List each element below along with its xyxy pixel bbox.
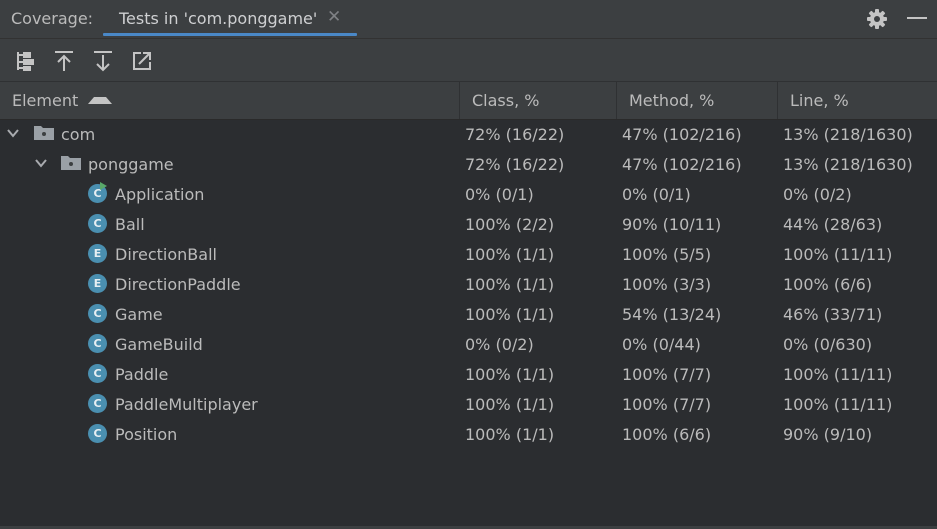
enum-icon: E <box>88 274 107 293</box>
class-coverage: 100% (1/1) <box>465 425 555 444</box>
class-coverage: 0% (0/2) <box>465 335 534 354</box>
sort-ascending-icon <box>88 97 113 104</box>
table-row[interactable]: C Application 0% (0/1) 0% (0/1) 0% (0/2) <box>0 179 937 209</box>
element-name: DirectionPaddle <box>115 275 241 294</box>
tool-window-title: Coverage: <box>11 9 94 28</box>
column-header-element[interactable]: Element <box>0 82 460 119</box>
table-row[interactable]: ponggame 72% (16/22) 47% (102/216) 13% (… <box>0 149 937 179</box>
column-header-label: Method, % <box>629 91 715 110</box>
class-coverage: 100% (1/1) <box>465 395 555 414</box>
method-coverage: 0% (0/44) <box>622 335 701 354</box>
method-coverage: 90% (10/11) <box>622 215 722 234</box>
enum-icon: E <box>88 244 107 263</box>
line-coverage: 0% (0/2) <box>783 185 852 204</box>
element-name: GameBuild <box>115 335 203 354</box>
line-coverage: 0% (0/630) <box>783 335 873 354</box>
line-coverage: 100% (11/11) <box>783 365 893 384</box>
navigate-up-icon[interactable] <box>52 49 76 73</box>
class-icon: C <box>88 304 107 323</box>
method-coverage: 47% (102/216) <box>622 155 742 174</box>
class-coverage: 0% (0/1) <box>465 185 534 204</box>
element-name: PaddleMultiplayer <box>115 395 258 414</box>
chevron-down-icon[interactable] <box>34 156 48 170</box>
class-coverage: 72% (16/22) <box>465 155 565 174</box>
close-tab-icon[interactable]: ✕ <box>327 7 341 27</box>
class-coverage: 100% (2/2) <box>465 215 555 234</box>
table-row[interactable]: C Position 100% (1/1) 100% (6/6) 90% (9/… <box>0 419 937 449</box>
method-coverage: 100% (6/6) <box>622 425 712 444</box>
chevron-down-icon[interactable] <box>6 126 20 140</box>
gear-icon[interactable] <box>865 7 889 31</box>
element-name: Paddle <box>115 365 169 384</box>
column-header-line[interactable]: Line, % <box>778 82 937 119</box>
element-name: ponggame <box>88 155 174 174</box>
table-row[interactable]: C Paddle 100% (1/1) 100% (7/7) 100% (11/… <box>0 359 937 389</box>
method-coverage: 0% (0/1) <box>622 185 691 204</box>
line-coverage: 100% (11/11) <box>783 245 893 264</box>
package-folder-icon <box>61 156 81 170</box>
element-name: Position <box>115 425 178 444</box>
table-row[interactable]: E DirectionPaddle 100% (1/1) 100% (3/3) … <box>0 269 937 299</box>
method-coverage: 54% (13/24) <box>622 305 722 324</box>
element-name: Game <box>115 305 163 324</box>
class-coverage: 100% (1/1) <box>465 245 555 264</box>
column-header-label: Class, % <box>472 91 540 110</box>
column-header-method[interactable]: Method, % <box>617 82 778 119</box>
class-icon: C <box>88 364 107 383</box>
table-row[interactable]: C Game 100% (1/1) 54% (13/24) 46% (33/71… <box>0 299 937 329</box>
class-coverage: 100% (1/1) <box>465 305 555 324</box>
table-row[interactable]: C GameBuild 0% (0/2) 0% (0/44) 0% (0/630… <box>0 329 937 359</box>
class-icon: C <box>88 214 107 233</box>
line-coverage: 90% (9/10) <box>783 425 873 444</box>
column-header-label: Element <box>12 91 79 110</box>
line-coverage: 46% (33/71) <box>783 305 883 324</box>
navigate-down-icon[interactable] <box>91 49 115 73</box>
minimize-icon[interactable] <box>907 17 927 19</box>
line-coverage: 100% (11/11) <box>783 395 893 414</box>
class-coverage: 100% (1/1) <box>465 275 555 294</box>
flatten-packages-icon[interactable] <box>13 49 37 73</box>
class-coverage: 100% (1/1) <box>465 365 555 384</box>
method-coverage: 100% (5/5) <box>622 245 712 264</box>
table-row[interactable]: C PaddleMultiplayer 100% (1/1) 100% (7/7… <box>0 389 937 419</box>
line-coverage: 13% (218/1630) <box>783 125 913 144</box>
package-folder-icon <box>34 126 54 140</box>
class-icon: C <box>88 394 107 413</box>
tab-label: Tests in 'com.ponggame' <box>119 9 318 28</box>
column-header-label: Line, % <box>790 91 849 110</box>
method-coverage: 100% (7/7) <box>622 395 712 414</box>
tab-tests-coverage[interactable]: Tests in 'com.ponggame' ✕ <box>103 0 357 38</box>
active-tab-indicator <box>103 33 357 36</box>
table-row[interactable]: E DirectionBall 100% (1/1) 100% (5/5) 10… <box>0 239 937 269</box>
method-coverage: 47% (102/216) <box>622 125 742 144</box>
line-coverage: 13% (218/1630) <box>783 155 913 174</box>
tool-window-header: Coverage: Tests in 'com.ponggame' ✕ <box>0 0 937 39</box>
element-name: Ball <box>115 215 145 234</box>
coverage-toolbar <box>0 39 937 81</box>
element-name: com <box>61 125 96 144</box>
element-name: Application <box>115 185 205 204</box>
method-coverage: 100% (7/7) <box>622 365 712 384</box>
column-header-class[interactable]: Class, % <box>460 82 617 119</box>
table-header: Element Class, % Method, % Line, % <box>0 81 937 120</box>
table-row[interactable]: com 72% (16/22) 47% (102/216) 13% (218/1… <box>0 119 937 149</box>
class-coverage: 72% (16/22) <box>465 125 565 144</box>
table-row[interactable]: C Ball 100% (2/2) 90% (10/11) 44% (28/63… <box>0 209 937 239</box>
class-icon: C <box>88 334 107 353</box>
line-coverage: 44% (28/63) <box>783 215 883 234</box>
export-icon[interactable] <box>130 49 154 73</box>
run-badge-icon <box>100 182 107 190</box>
class-icon: C <box>88 424 107 443</box>
element-name: DirectionBall <box>115 245 217 264</box>
method-coverage: 100% (3/3) <box>622 275 712 294</box>
line-coverage: 100% (6/6) <box>783 275 873 294</box>
